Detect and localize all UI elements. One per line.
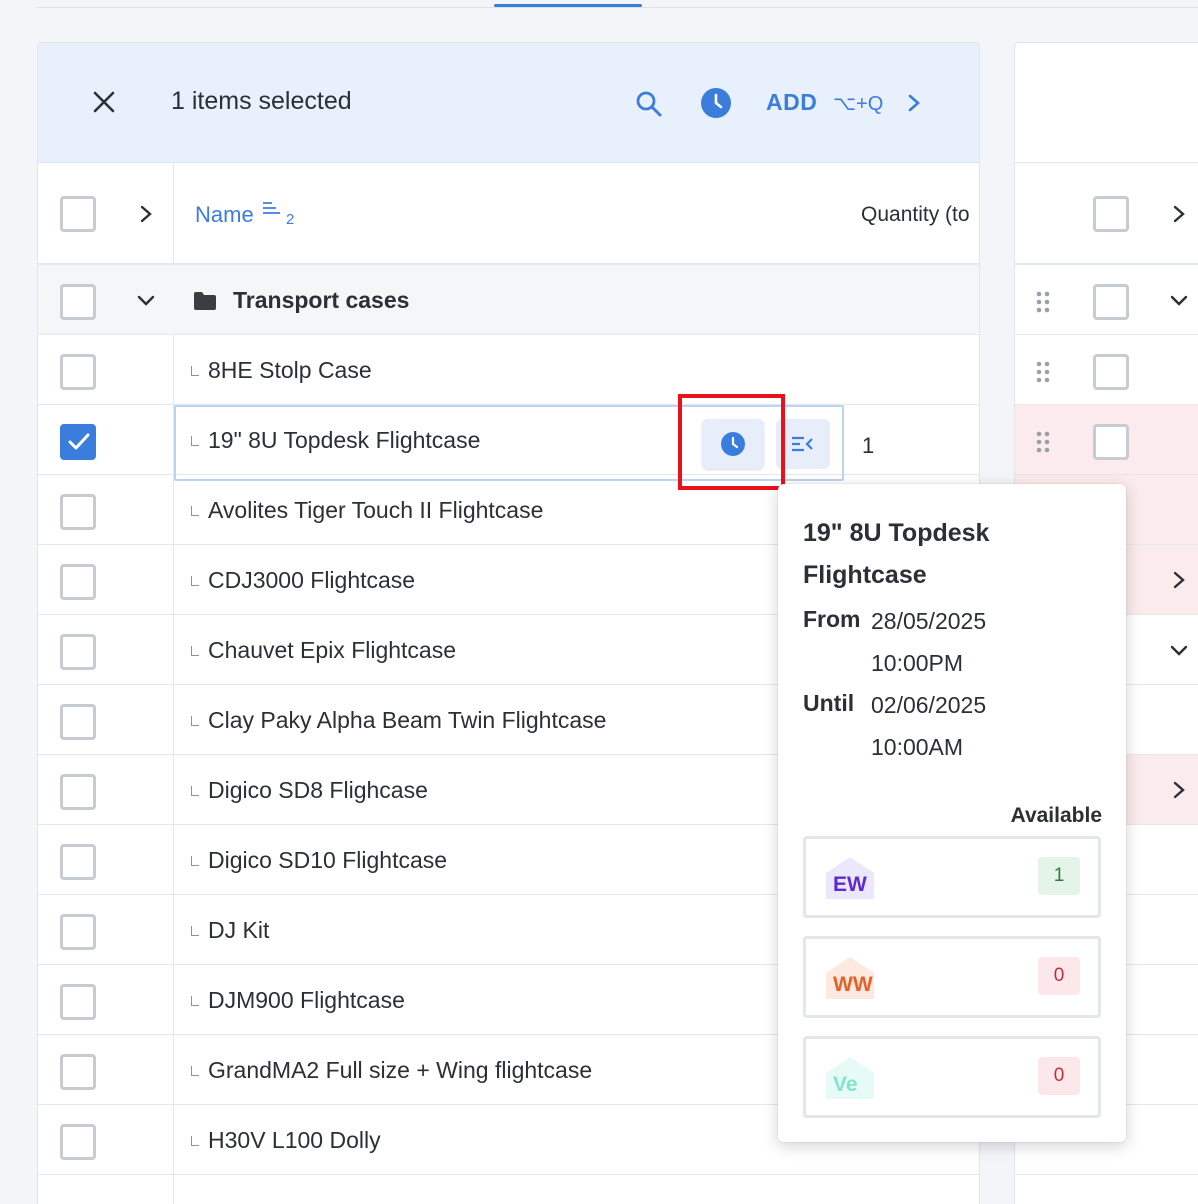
- secondary-toolbar: [1015, 43, 1198, 163]
- highlight-box: [678, 394, 785, 490]
- tree-branch-icon: [191, 716, 199, 726]
- drag-handle-icon[interactable]: [1035, 291, 1051, 313]
- tree-branch-icon: [191, 786, 199, 796]
- warehouse-card: Ve 0: [803, 1036, 1101, 1118]
- row-checkbox[interactable]: [1093, 424, 1129, 460]
- until-date: 02/06/2025: [871, 692, 987, 718]
- tree-branch-icon: [191, 366, 199, 376]
- row-checkbox[interactable]: [60, 494, 96, 530]
- from-date: 28/05/2025: [871, 608, 987, 634]
- shortcut-hint: ⌥+Q: [833, 93, 884, 115]
- select-all-checkbox[interactable]: [60, 196, 96, 232]
- item-name[interactable]: Clay Paky Alpha Beam Twin Flightcase: [208, 707, 606, 734]
- add-button[interactable]: ADD: [766, 89, 817, 116]
- item-name[interactable]: 8HE Stolp Case: [208, 357, 372, 384]
- drag-handle-icon[interactable]: [1035, 361, 1051, 383]
- item-name[interactable]: CDJ3000 Flightcase: [208, 567, 415, 594]
- list-arrow-icon: [792, 436, 813, 452]
- secondary-row[interactable]: [1015, 405, 1198, 475]
- row-checkbox[interactable]: [60, 1054, 96, 1090]
- clock-icon[interactable]: [701, 88, 731, 118]
- warehouse-card: EW 1: [803, 836, 1101, 918]
- from-label: From: [803, 606, 861, 632]
- close-icon[interactable]: [92, 90, 116, 114]
- from-time: 10:00PM: [871, 650, 964, 676]
- selection-count: 1 items selected: [171, 87, 352, 115]
- chevron-down-icon[interactable]: [136, 293, 156, 307]
- quantity-column-header[interactable]: Quantity (to: [861, 203, 970, 227]
- row-checkbox[interactable]: [60, 914, 96, 950]
- secondary-row[interactable]: [1015, 265, 1198, 335]
- tree-branch-icon: [191, 1136, 199, 1146]
- expand-all-chevron-icon[interactable]: [138, 204, 154, 224]
- row-checkbox[interactable]: [1093, 354, 1129, 390]
- until-time: 10:00AM: [871, 734, 964, 760]
- chevron-down-icon[interactable]: [1169, 643, 1189, 657]
- row-checkbox[interactable]: [60, 424, 96, 460]
- warehouse-code: EW: [833, 873, 867, 896]
- name-column-header[interactable]: Name: [195, 202, 254, 228]
- table-header: Name 2 Quantity (to: [38, 163, 979, 265]
- row-checkbox[interactable]: [60, 564, 96, 600]
- availability-count-badge: 0: [1038, 1057, 1080, 1095]
- group-label: Transport cases: [233, 287, 410, 313]
- row-checkbox[interactable]: [60, 634, 96, 670]
- tree-branch-icon: [191, 576, 199, 586]
- active-tab-indicator: [494, 4, 642, 7]
- tree-branch-icon: [191, 1066, 199, 1076]
- group-row[interactable]: Transport cases: [38, 265, 979, 335]
- row-checkbox[interactable]: [60, 844, 96, 880]
- chevron-right-icon[interactable]: [1171, 780, 1187, 800]
- item-name[interactable]: H30V L100 Dolly: [208, 1127, 381, 1154]
- selection-toolbar: 1 items selected ADD ⌥+Q: [38, 43, 979, 163]
- sort-icon[interactable]: 2: [262, 201, 294, 228]
- secondary-header: [1015, 163, 1198, 265]
- search-icon[interactable]: [635, 90, 663, 118]
- table-row[interactable]: 8HE Stolp Case: [38, 335, 979, 405]
- row-checkbox[interactable]: [60, 774, 96, 810]
- tree-branch-icon: [191, 856, 199, 866]
- tab-bar-divider: [36, 7, 1198, 8]
- secondary-row[interactable]: [1015, 335, 1198, 405]
- item-name[interactable]: Digico SD8 Flighcase: [208, 777, 428, 804]
- warehouse-code: Ve: [833, 1073, 858, 1096]
- folder-icon: [194, 292, 216, 310]
- row-checkbox[interactable]: [60, 984, 96, 1020]
- row-checkbox[interactable]: [1093, 284, 1129, 320]
- group-checkbox[interactable]: [60, 284, 96, 320]
- tree-branch-icon: [191, 996, 199, 1006]
- warehouse-code: WW: [833, 973, 873, 996]
- drag-handle-icon[interactable]: [1035, 431, 1051, 453]
- availability-count-badge: 1: [1038, 857, 1080, 895]
- secondary-select-all-checkbox[interactable]: [1093, 196, 1129, 232]
- checkmark-icon: [68, 433, 90, 450]
- availability-popover: 19" 8U Topdesk Flightcase From 28/05/202…: [778, 484, 1126, 1142]
- tree-branch-icon: [191, 506, 199, 516]
- item-name[interactable]: DJM900 Flightcase: [208, 987, 405, 1014]
- quantity-value[interactable]: 1: [862, 433, 874, 459]
- row-checkbox[interactable]: [60, 1124, 96, 1160]
- item-name[interactable]: DJ Kit: [208, 917, 269, 944]
- warehouse-card: WW 0: [803, 936, 1101, 1018]
- sort-index: 2: [286, 211, 295, 228]
- available-heading: Available: [1010, 804, 1102, 827]
- row-checkbox[interactable]: [60, 704, 96, 740]
- item-name[interactable]: Chauvet Epix Flightcase: [208, 637, 456, 664]
- until-label: Until: [803, 690, 855, 716]
- item-name[interactable]: GrandMA2 Full size + Wing flightcase: [208, 1057, 592, 1084]
- tree-branch-icon: [191, 646, 199, 656]
- item-name[interactable]: Avolites Tiger Touch II Flightcase: [208, 497, 543, 524]
- chevron-right-icon[interactable]: [1171, 204, 1187, 224]
- chevron-right-icon[interactable]: [1171, 570, 1187, 590]
- availability-count-badge: 0: [1038, 957, 1080, 995]
- chevron-down-icon[interactable]: [1169, 293, 1189, 307]
- popover-title: 19" 8U Topdesk Flightcase: [803, 519, 990, 589]
- chevron-right-icon[interactable]: [905, 93, 923, 113]
- tree-branch-icon: [191, 926, 199, 936]
- item-name[interactable]: Digico SD10 Flightcase: [208, 847, 447, 874]
- row-checkbox[interactable]: [60, 354, 96, 390]
